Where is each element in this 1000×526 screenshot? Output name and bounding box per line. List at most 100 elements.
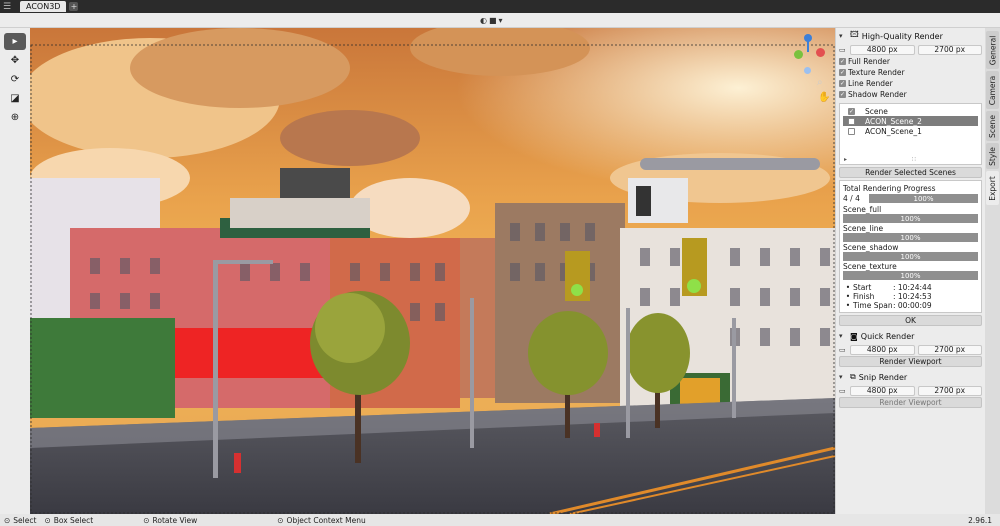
quick-resolution-row: ▭ 4800 px 2700 px [839, 344, 982, 355]
add-tab-button[interactable]: + [69, 2, 79, 11]
status-rotate-view: ⊙ Rotate View [143, 516, 197, 525]
hamburger-menu-icon[interactable]: ☰ [0, 0, 14, 13]
checkbox-checked-icon: ✓ [839, 69, 846, 76]
render-selected-scenes-button[interactable]: Render Selected Scenes [839, 167, 982, 178]
progress-pct: 100% [900, 233, 921, 242]
tab-label: Style [988, 146, 997, 166]
tab-export[interactable]: Export [986, 171, 999, 205]
status-select: ⊙ Select [4, 516, 36, 525]
workspace-tab[interactable]: ACON3D [20, 1, 67, 12]
render-sidebar: ▾ 🖾 High-Quality Render ▭ 4800 px 2700 p… [835, 28, 985, 514]
quick-render-viewport-button[interactable]: Render Viewport [839, 356, 982, 367]
status-select-label: Select [13, 515, 37, 525]
tab-general[interactable]: General [986, 31, 999, 69]
monitor-icon: ▭ [839, 345, 846, 354]
progress-item-label: Scene_shadow [843, 242, 899, 252]
snip-icon: ⧉ [850, 372, 856, 381]
scene-name: ACON_Scene_1 [865, 126, 922, 136]
sidebar-tabs: General Camera Scene Style Export [985, 28, 1000, 514]
texture-render-checkbox[interactable]: ✓ Texture Render [839, 67, 982, 78]
render-icon: 🖾 [850, 30, 859, 39]
progress-count: 4 / 4 [843, 194, 860, 203]
scene-list-item-acon-scene-2[interactable]: ACON_Scene_2 [843, 116, 978, 126]
axis-y-icon[interactable] [794, 50, 803, 59]
mouse-right-icon: ⊙ [277, 515, 284, 525]
tab-label: Export [988, 175, 997, 201]
app-window: ☰ ACON3D + ◐ ■ ▾ ▸ ✥ ⟳ ◪ ⊕ ⌕ ✋ ▾ 🖾 High-… [0, 0, 1000, 526]
axis-neg-z-icon[interactable] [804, 67, 811, 74]
list-resize-handle-icon[interactable]: ∷ [912, 156, 916, 163]
progress-item-label: Scene_line [843, 223, 884, 233]
viewport-shading-dropdown[interactable]: ◐ ■ ▾ [480, 15, 510, 26]
status-bar: ⊙ Select ⊙ Box Select ⊙ Rotate View ⊙ Object… [0, 514, 1000, 526]
shadow-render-label: Shadow Render [848, 90, 907, 99]
texture-render-label: Texture Render [848, 68, 905, 77]
status-box-select: ⊙ Box Select [44, 516, 93, 525]
scene-name: ACON_Scene_2 [865, 116, 922, 126]
viewport-header: ◐ ■ ▾ [0, 13, 1000, 28]
quick-render-panel-header[interactable]: ▾ ◙ Quick Render [839, 329, 982, 343]
scene-line-progress-bar: 100% [843, 233, 978, 242]
progress-item-label: Scene_full [843, 204, 882, 214]
snip-width-field[interactable]: 4800 px [850, 385, 915, 396]
line-render-label: Line Render [848, 79, 893, 88]
solid-shading-icon: ■ [488, 16, 497, 25]
list-expand-icon[interactable]: ▸ [844, 156, 847, 163]
rendered-city-scene [30, 28, 835, 514]
viewport-shading-icon: ◐ [480, 16, 487, 25]
ok-button[interactable]: OK [839, 315, 982, 326]
tab-scene[interactable]: Scene [986, 111, 999, 141]
3d-viewport[interactable]: ⌕ ✋ [30, 28, 835, 514]
finish-value: : 10:24:53 [893, 292, 932, 301]
chevron-down-icon: ▾ [839, 373, 843, 381]
scene-shadow-progress-bar: 100% [843, 252, 978, 261]
full-render-checkbox[interactable]: ✓ Full Render [839, 56, 982, 67]
rotate-icon[interactable]: ⟳ [4, 71, 26, 88]
snip-render-title: Snip Render [858, 372, 908, 382]
scale-icon[interactable]: ◪ [4, 90, 26, 107]
tab-camera[interactable]: Camera [986, 71, 999, 109]
checkbox-checked-icon[interactable]: ✓ [848, 107, 855, 115]
checkbox-checked-icon: ✓ [839, 91, 846, 98]
mouse-icon: ⊙ [44, 515, 51, 525]
scene-list[interactable]: ✓ Scene ACON_Scene_2 ACON_Scene_1 ▸ ∷ [839, 103, 982, 165]
mouse-left-icon: ⊙ [4, 515, 11, 525]
select-cursor-icon[interactable]: ▸ [4, 33, 26, 50]
status-rotate-label: Rotate View [152, 515, 198, 525]
scene-list-item-scene[interactable]: ✓ Scene [843, 106, 978, 116]
snip-render-panel-header[interactable]: ▾ ⧉ Snip Render [839, 370, 982, 384]
total-progress-bar: 100% [869, 194, 978, 203]
scene-texture-progress-bar: 100% [843, 271, 978, 280]
hq-render-title: High-Quality Render [861, 31, 943, 41]
progress-pct: 100% [900, 271, 921, 280]
hq-resolution-row: ▭ 4800 px 2700 px [839, 44, 982, 55]
axis-x-icon[interactable] [816, 48, 825, 57]
status-box-select-label: Box Select [53, 515, 94, 525]
tab-style[interactable]: Style [986, 143, 999, 169]
scene-full-progress-bar: 100% [843, 214, 978, 223]
hq-width-field[interactable]: 4800 px [850, 44, 915, 55]
zoom-icon[interactable]: ⌕ [817, 77, 823, 88]
move-icon[interactable]: ✥ [4, 52, 26, 69]
checkbox-empty-icon[interactable] [848, 127, 855, 135]
checkbox-empty-icon[interactable] [848, 117, 855, 125]
hq-render-panel-header[interactable]: ▾ 🖾 High-Quality Render [839, 29, 982, 43]
snip-render-viewport-button[interactable]: Render Viewport [839, 397, 982, 408]
chevron-down-icon: ▾ [839, 32, 843, 40]
full-render-label: Full Render [848, 57, 890, 66]
quick-width-field[interactable]: 4800 px [850, 344, 915, 355]
time-span-row: • Time Span: 00:00:09 [845, 301, 932, 310]
quick-height-field[interactable]: 2700 px [917, 344, 982, 355]
line-render-checkbox[interactable]: ✓ Line Render [839, 78, 982, 89]
orientation-gizmo[interactable] [790, 34, 830, 79]
time-span-label: Time Span [853, 301, 893, 310]
progress-title: Total Rendering Progress [843, 183, 936, 193]
pan-hand-icon[interactable]: ✋ [818, 92, 830, 103]
snip-height-field[interactable]: 2700 px [917, 385, 982, 396]
hq-height-field[interactable]: 2700 px [917, 44, 982, 55]
total-progress-pct: 100% [913, 194, 934, 203]
scene-name: Scene [865, 106, 888, 116]
shadow-render-checkbox[interactable]: ✓ Shadow Render [839, 89, 982, 100]
transform-icon[interactable]: ⊕ [4, 109, 26, 126]
scene-list-item-acon-scene-1[interactable]: ACON_Scene_1 [843, 126, 978, 136]
